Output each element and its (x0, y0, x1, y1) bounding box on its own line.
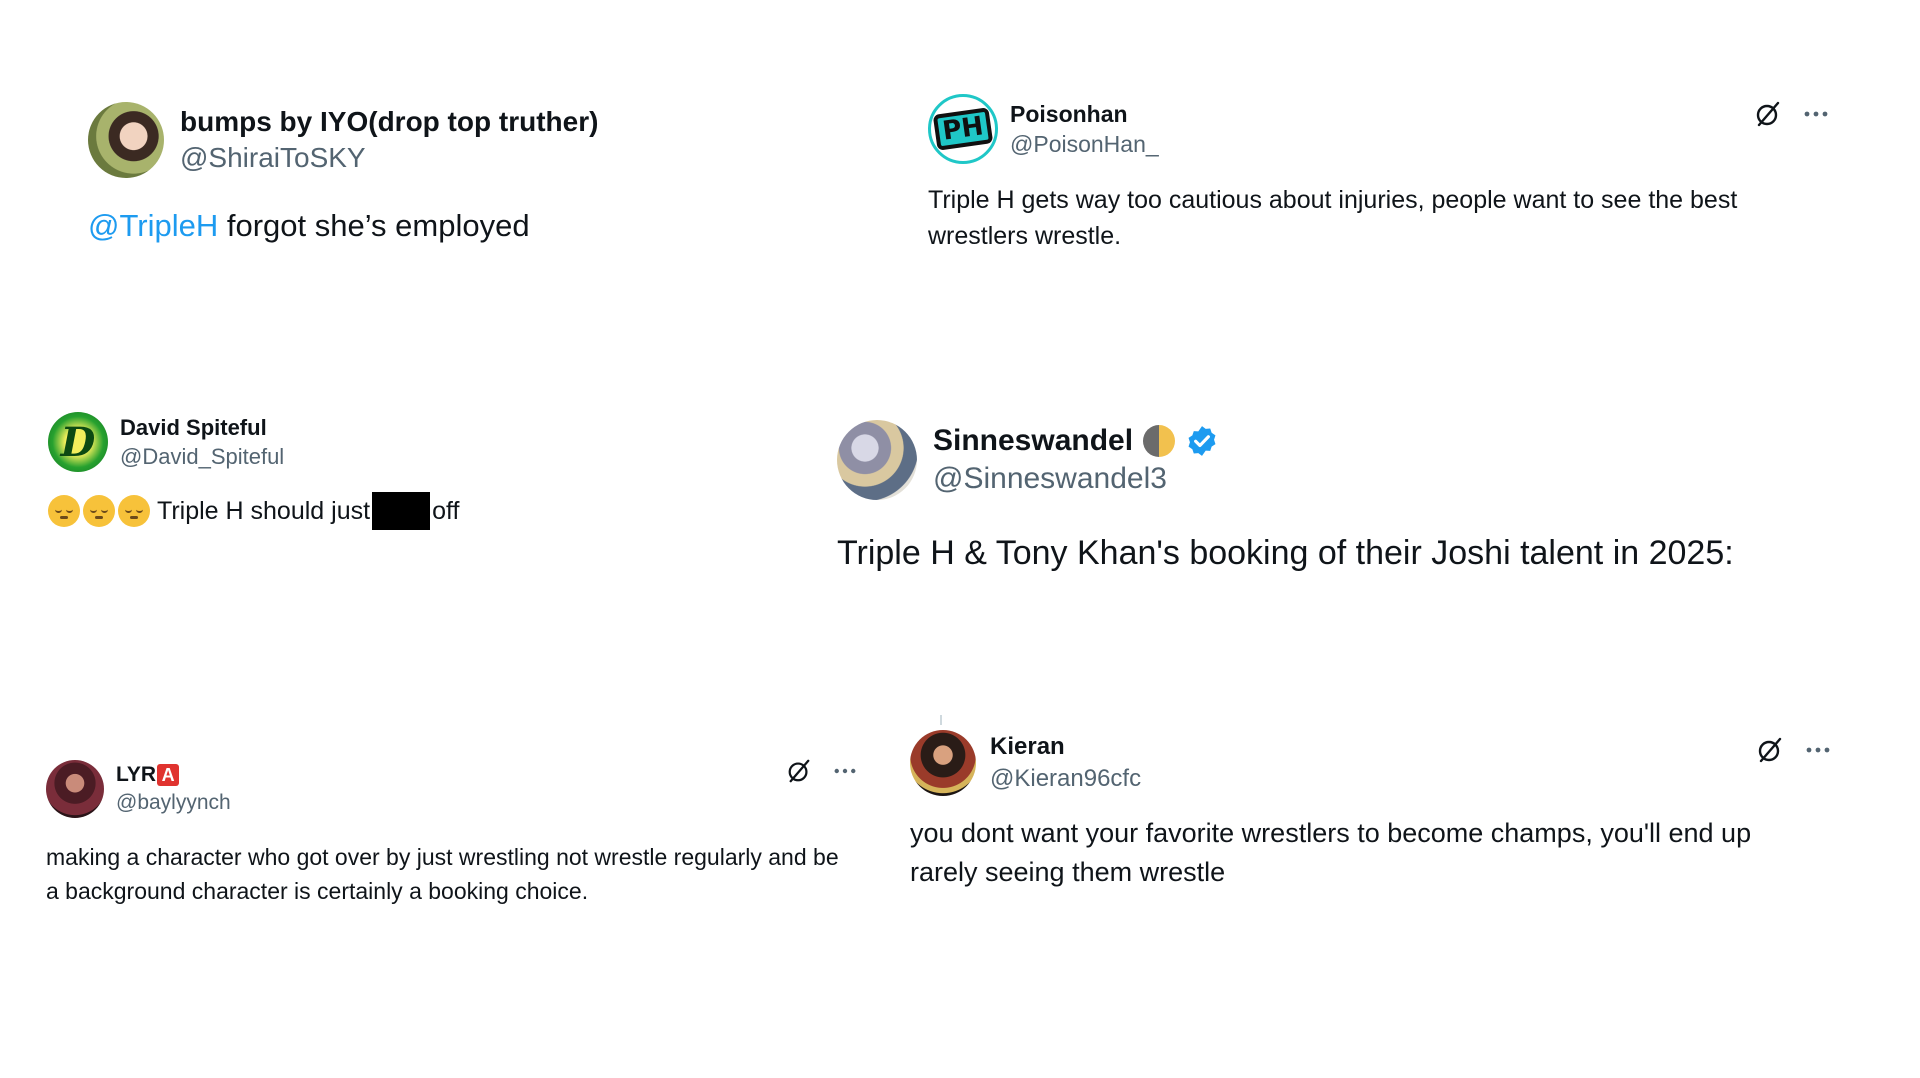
display-name[interactable]: Sinneswandel (933, 424, 1133, 458)
thread-connector-line (940, 715, 942, 725)
tweet-card-kieran: Kieran @Kieran96cfc you dont want your f… (910, 730, 1830, 892)
tweet-card-poisonhan: PH Poisonhan @PoisonHan_ Triple H gets w… (928, 94, 1828, 255)
tweet-card-baylyynch: LYR A @baylyynch making a character who … (46, 758, 856, 908)
display-name-badge-letter: A (157, 764, 180, 786)
tweet-header: bumps by IYO(drop top truther) @ShiraiTo… (88, 102, 768, 178)
more-icon[interactable] (834, 767, 856, 775)
user-handle[interactable]: @baylyynch (116, 791, 231, 815)
grok-icon[interactable] (786, 758, 812, 784)
avatar[interactable] (46, 760, 104, 818)
tweet-actions (1756, 736, 1830, 764)
display-name[interactable]: Kieran (990, 733, 1141, 761)
tweet-card-shiraitosky: bumps by IYO(drop top truther) @ShiraiTo… (88, 102, 768, 247)
tweet-text: Triple H & Tony Khan's booking of their … (837, 534, 1734, 572)
tweet-header: Kieran @Kieran96cfc (910, 730, 1830, 796)
avatar[interactable]: PH (928, 94, 998, 164)
tweet-text: Triple H should just off (48, 492, 828, 530)
user-names: LYR A @baylyynch (116, 763, 231, 815)
tweet-actions (786, 758, 856, 784)
display-name-prefix: LYR (116, 763, 157, 786)
tweet-actions (1754, 100, 1828, 128)
user-handle[interactable]: @PoisonHan_ (1010, 131, 1159, 158)
tweet-header: PH Poisonhan @PoisonHan_ (928, 94, 1828, 164)
avatar[interactable]: D (48, 412, 108, 472)
pensive-face-emoji (118, 495, 150, 527)
half-moon-icon (1143, 425, 1176, 457)
tweet-text: making a character who got over by just … (46, 844, 839, 905)
tweet-card-sinneswandel: Sinneswandel @Sinneswandel3 Triple H & T… (837, 420, 1857, 578)
avatar[interactable] (910, 730, 976, 796)
display-name[interactable]: bumps by IYO(drop top truther) (180, 106, 598, 138)
redaction-bar (372, 492, 431, 530)
user-names: bumps by IYO(drop top truther) @ShiraiTo… (180, 106, 598, 174)
user-names: David Spiteful @David_Spiteful (120, 415, 284, 470)
tweet-text-content: forgot she’s employed (218, 208, 530, 243)
tweet-header: LYR A @baylyynch (46, 760, 856, 818)
mention-link[interactable]: @TripleH (88, 208, 218, 243)
user-names: Sinneswandel @Sinneswandel3 (933, 424, 1219, 496)
more-icon[interactable] (1806, 746, 1830, 754)
tweet-text-after: off (432, 496, 460, 525)
pensive-face-emoji (83, 495, 115, 527)
user-handle[interactable]: @David_Spiteful (120, 444, 284, 470)
tweet-card-david-spiteful: D David Spiteful @David_Spiteful Triple … (48, 412, 828, 530)
grok-icon[interactable] (1756, 736, 1784, 764)
tweet-text-before: Triple H should just (157, 496, 371, 525)
user-names: Kieran @Kieran96cfc (990, 733, 1141, 793)
avatar[interactable] (837, 420, 917, 500)
user-handle[interactable]: @Kieran96cfc (990, 765, 1141, 793)
grok-icon[interactable] (1754, 100, 1782, 128)
avatar[interactable] (88, 102, 164, 178)
display-name[interactable]: David Spiteful (120, 415, 284, 441)
user-handle[interactable]: @Sinneswandel3 (933, 462, 1219, 496)
tweet-header: D David Spiteful @David_Spiteful (48, 412, 828, 472)
display-name[interactable]: LYR A (116, 763, 231, 787)
avatar-logo-text: PH (932, 107, 994, 151)
tweet-header: Sinneswandel @Sinneswandel3 (837, 420, 1857, 500)
display-name-row: Sinneswandel (933, 424, 1219, 458)
tweet-text: @TripleH forgot she’s employed (88, 204, 768, 247)
avatar-logo-text: D (60, 418, 96, 466)
more-icon[interactable] (1804, 110, 1828, 118)
tweet-text: you dont want your favorite wrestlers to… (910, 818, 1752, 888)
tweet-text: Triple H gets way too cautious about inj… (928, 186, 1738, 251)
display-name[interactable]: Poisonhan (1010, 101, 1159, 128)
user-handle[interactable]: @ShiraiToSKY (180, 142, 598, 174)
verified-badge-icon[interactable] (1185, 424, 1219, 458)
pensive-face-emoji (48, 495, 80, 527)
user-names: Poisonhan @PoisonHan_ (1010, 101, 1159, 158)
